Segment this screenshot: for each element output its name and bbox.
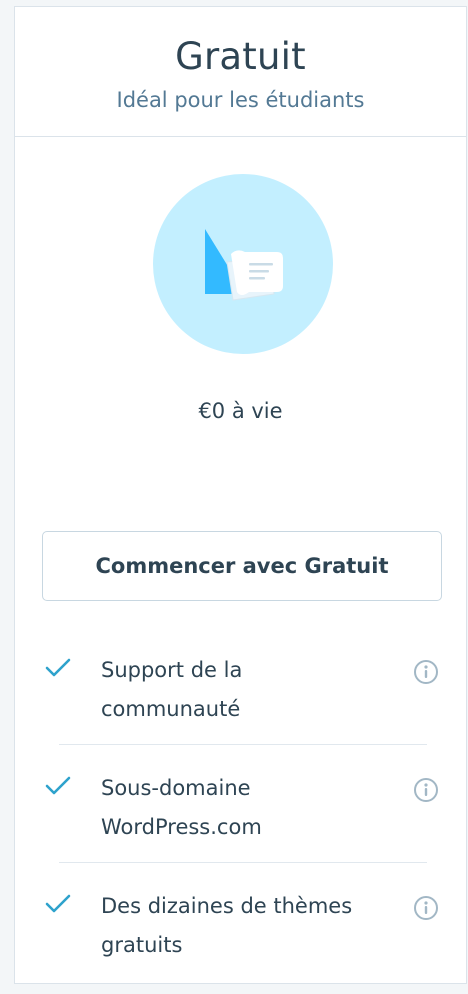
plan-card: Gratuit Idéal pour les étudiants €0 à vi… (14, 6, 467, 984)
feature-label-line1: Des dizaines de thèmes (101, 894, 353, 918)
plan-price: €0 à vie (198, 399, 283, 423)
info-icon[interactable] (413, 659, 439, 685)
checkmark-icon (45, 894, 71, 913)
feature-divider (59, 862, 427, 863)
info-icon[interactable] (413, 895, 439, 921)
start-free-plan-button[interactable]: Commencer avec Gratuit (42, 531, 442, 601)
feature-label-line1: Support de la (101, 658, 243, 682)
plan-header: Gratuit Idéal pour les étudiants (15, 7, 466, 137)
plan-title: Gratuit (175, 35, 306, 78)
feature-divider (59, 744, 427, 745)
feature-label-line2: communauté (101, 697, 241, 721)
plan-tagline: Idéal pour les étudiants (116, 88, 365, 112)
checkmark-icon (45, 658, 71, 677)
info-icon[interactable] (413, 777, 439, 803)
checkmark-icon (45, 776, 71, 795)
feature-label-line2: gratuits (101, 933, 183, 957)
feature-label-line2: WordPress.com (101, 815, 262, 839)
free-plan-papers-icon (153, 174, 333, 354)
feature-label-line1: Sous-domaine (101, 776, 251, 800)
